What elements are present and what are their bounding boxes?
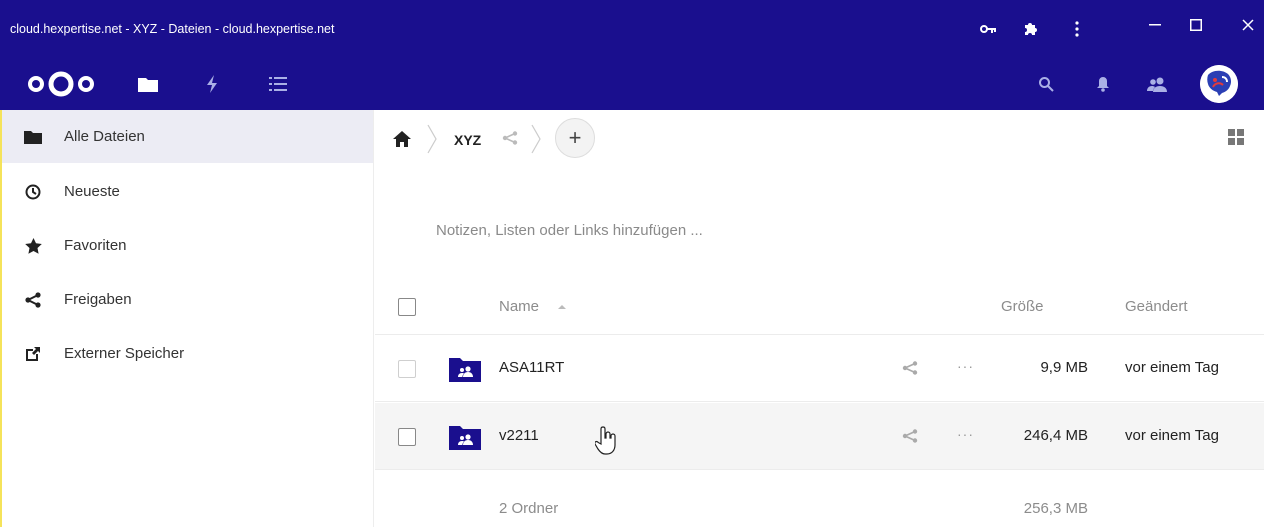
summary-total-size: 256,3 MB bbox=[1023, 500, 1088, 517]
folder-icon bbox=[24, 128, 42, 146]
bell-icon[interactable] bbox=[1091, 72, 1115, 96]
column-header-modified[interactable]: Geändert bbox=[1125, 298, 1188, 315]
star-icon bbox=[24, 237, 42, 255]
sidebar-item-label: Alle Dateien bbox=[64, 128, 145, 145]
column-header-size[interactable]: Größe bbox=[1001, 298, 1044, 315]
breadcrumb-current-folder[interactable]: XYZ bbox=[454, 132, 481, 148]
external-link-icon bbox=[24, 345, 42, 363]
notes-placeholder[interactable]: Notizen, Listen oder Links hinzufügen ..… bbox=[436, 222, 703, 239]
table-row[interactable]: ASA11RT ··· 9,9 MB vor einem Tag bbox=[375, 335, 1264, 402]
sidebar-item-shares[interactable]: Freigaben bbox=[2, 273, 373, 326]
sidebar-item-favorites[interactable]: Favoriten bbox=[2, 219, 373, 272]
files-icon[interactable] bbox=[136, 72, 160, 96]
column-header-name[interactable]: Name bbox=[499, 298, 539, 315]
grid-view-icon[interactable] bbox=[1228, 129, 1244, 145]
table-row[interactable]: v2211 ··· 246,4 MB vor einem Tag bbox=[375, 403, 1264, 470]
row-checkbox[interactable] bbox=[398, 428, 416, 446]
file-name[interactable]: ASA11RT bbox=[499, 359, 564, 376]
sidebar-item-recent[interactable]: Neueste bbox=[2, 165, 373, 218]
share-icon bbox=[24, 291, 42, 309]
select-all-checkbox[interactable] bbox=[398, 298, 416, 316]
more-actions-icon[interactable]: ··· bbox=[957, 358, 974, 374]
sidebar-item-external-storage[interactable]: Externer Speicher bbox=[2, 327, 373, 380]
window-titlebar: cloud.hexpertise.net - XYZ - Dateien - c… bbox=[0, 0, 1264, 59]
row-checkbox[interactable] bbox=[398, 360, 416, 378]
home-icon[interactable] bbox=[391, 128, 413, 150]
sidebar-item-label: Neueste bbox=[64, 183, 120, 200]
sidebar-item-label: Externer Speicher bbox=[64, 345, 185, 362]
file-list-area: XYZ + Notizen, Listen oder Links hinzufü… bbox=[375, 110, 1264, 527]
kebab-menu-icon[interactable] bbox=[1067, 19, 1087, 39]
sidebar-item-all-files[interactable]: Alle Dateien bbox=[2, 110, 373, 163]
table-header: Name Größe Geändert bbox=[375, 278, 1264, 335]
file-modified: vor einem Tag bbox=[1125, 427, 1219, 444]
share-icon[interactable] bbox=[901, 359, 919, 377]
key-icon[interactable] bbox=[978, 19, 998, 39]
summary-folder-count: 2 Ordner bbox=[499, 500, 559, 517]
file-size: 9,9 MB bbox=[1040, 359, 1088, 376]
file-size: 246,4 MB bbox=[1023, 427, 1088, 444]
user-avatar[interactable] bbox=[1200, 65, 1238, 103]
window-title: cloud.hexpertise.net - XYZ - Dateien - c… bbox=[10, 22, 335, 36]
tasks-list-icon[interactable] bbox=[266, 72, 290, 96]
share-icon[interactable] bbox=[901, 427, 919, 445]
sidebar: Alle Dateien Neueste Favoriten Freigaben… bbox=[2, 110, 374, 527]
file-name[interactable]: v2211 bbox=[499, 427, 539, 444]
sidebar-item-label: Favoriten bbox=[64, 237, 127, 254]
maximize-icon[interactable] bbox=[1183, 13, 1209, 37]
puzzle-icon[interactable] bbox=[1020, 19, 1040, 39]
shared-folder-icon bbox=[449, 358, 481, 382]
contacts-icon[interactable] bbox=[1145, 72, 1169, 96]
breadcrumb-separator bbox=[427, 124, 437, 154]
shared-folder-icon bbox=[449, 426, 481, 450]
breadcrumb-separator bbox=[531, 124, 541, 154]
breadcrumb-share-icon[interactable] bbox=[499, 127, 521, 149]
clock-icon bbox=[24, 183, 42, 201]
nextcloud-logo[interactable] bbox=[26, 71, 96, 97]
app-header bbox=[0, 59, 1264, 110]
minimize-icon[interactable] bbox=[1142, 13, 1168, 37]
sort-ascending-icon bbox=[558, 305, 566, 309]
new-file-button[interactable]: + bbox=[555, 118, 595, 158]
hand-pointer-cursor bbox=[595, 426, 616, 455]
activity-icon[interactable] bbox=[200, 72, 224, 96]
more-actions-icon[interactable]: ··· bbox=[957, 426, 974, 442]
file-modified: vor einem Tag bbox=[1125, 359, 1219, 376]
close-icon[interactable] bbox=[1235, 13, 1261, 37]
sidebar-item-label: Freigaben bbox=[64, 291, 132, 308]
search-icon[interactable] bbox=[1034, 72, 1058, 96]
